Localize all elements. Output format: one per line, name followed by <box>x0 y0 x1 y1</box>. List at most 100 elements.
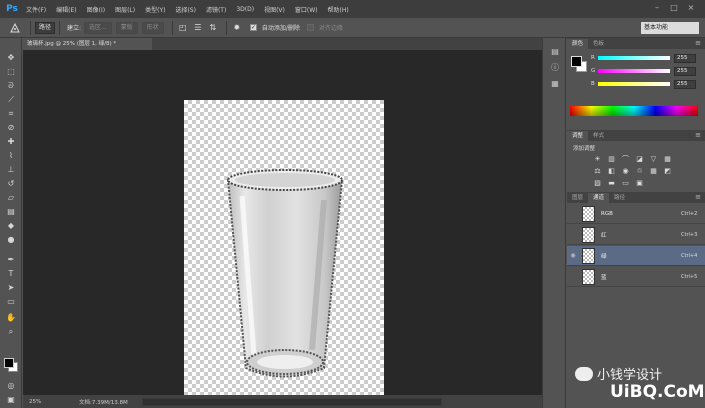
rectangle-icon[interactable]: ▭ <box>4 296 18 307</box>
panel-menu-icon[interactable]: ≡ <box>695 131 701 139</box>
path-select-icon[interactable]: ➤ <box>4 282 18 293</box>
menu-select[interactable]: 选择(S) <box>170 5 201 14</box>
tab-color[interactable]: 颜色 <box>567 39 589 49</box>
color-balance-icon[interactable]: ⚖ <box>593 167 602 176</box>
auto-add-delete-checkbox[interactable]: ✓ <box>249 24 257 31</box>
workspace-select[interactable]: 基本功能 <box>641 22 699 34</box>
tab-channels[interactable]: 通道 <box>588 193 610 203</box>
tab-paths[interactable]: 路径 <box>609 193 630 203</box>
invert-icon[interactable]: ◩ <box>663 167 672 176</box>
document-tab[interactable]: 玻璃杯.jpg @ 25% (图层 1, 绿/8) * <box>22 38 152 50</box>
mask-button[interactable]: 蒙版 <box>115 21 138 34</box>
menu-bar: Ps 文件(F) 编辑(E) 图像(I) 图层(L) 类型(Y) 选择(S) 滤… <box>0 0 705 18</box>
clone-stamp-icon[interactable]: ⊥ <box>4 164 18 175</box>
path-arrangement-icon[interactable]: ⇅ <box>207 22 219 34</box>
path-operations-icon[interactable]: ◰ <box>177 22 189 34</box>
color-lookup-icon[interactable]: ▦ <box>649 167 658 176</box>
menu-file[interactable]: 文件(F) <box>21 5 51 14</box>
zoom-level[interactable]: 25% <box>23 399 51 405</box>
channel-mixer-icon[interactable]: ♲ <box>635 167 644 176</box>
screen-mode-icon[interactable]: ▣ <box>4 394 18 405</box>
eyedropper-icon[interactable]: ⊘ <box>4 122 18 133</box>
hue-saturation-icon[interactable]: ▦ <box>663 155 672 164</box>
properties-panel-icon[interactable]: ⓘ <box>549 62 561 74</box>
horizontal-scrollbar[interactable] <box>141 397 442 406</box>
quick-mask-icon[interactable]: ◎ <box>4 380 18 391</box>
menu-help[interactable]: 帮助(H) <box>323 5 354 14</box>
close-icon[interactable]: × <box>686 3 696 13</box>
gradient-icon[interactable]: ▤ <box>4 206 18 217</box>
tab-styles[interactable]: 样式 <box>588 131 609 141</box>
canvas-area[interactable] <box>23 50 542 404</box>
posterize-icon[interactable]: ▨ <box>593 179 602 188</box>
selective-color-icon[interactable]: ▣ <box>635 179 644 188</box>
channel-row-green[interactable]: ◉ 绿 Ctrl+4 <box>567 246 705 266</box>
red-value[interactable]: 255 <box>674 53 696 63</box>
align-edges-checkbox[interactable] <box>306 24 314 31</box>
foreground-color-swatch[interactable] <box>4 358 14 368</box>
tab-layers[interactable]: 图层 <box>567 193 588 203</box>
path-alignment-icon[interactable]: ☰ <box>192 22 204 34</box>
history-panel-icon[interactable]: ▤ <box>549 46 561 58</box>
document-canvas[interactable] <box>184 100 384 404</box>
mode-select[interactable]: 路径 <box>35 21 56 34</box>
minimize-icon[interactable]: – <box>652 3 662 13</box>
vibrance-icon[interactable]: ▽ <box>649 155 658 164</box>
dodge-icon[interactable]: ● <box>4 234 18 245</box>
menu-edit[interactable]: 编辑(E) <box>51 5 81 14</box>
visibility-eye-icon[interactable]: ◉ <box>567 252 579 259</box>
hand-icon[interactable]: ✋ <box>4 312 18 323</box>
menu-image[interactable]: 图像(I) <box>82 5 110 14</box>
type-tool-icon[interactable]: T <box>4 268 18 279</box>
marquee-icon[interactable]: ⬚ <box>4 66 18 77</box>
photo-filter-icon[interactable]: ◉ <box>621 167 630 176</box>
levels-icon[interactable]: ▥ <box>607 155 616 164</box>
channel-shortcut: Ctrl+2 <box>681 210 698 217</box>
red-slider-row: R 255 <box>591 53 703 63</box>
brush-icon[interactable]: ⌇ <box>4 150 18 161</box>
swatch-panel-icon[interactable]: ▦ <box>549 78 561 90</box>
maximize-icon[interactable]: □ <box>669 3 679 13</box>
black-white-icon[interactable]: ◧ <box>607 167 616 176</box>
exposure-icon[interactable]: ◪ <box>635 155 644 164</box>
adjustment-icons: ☀ ▥ ⌒ ◪ ▽ ▦ ⚖ ◧ ◉ ♲ ▦ ◩ ▨ ▬ ▭ ▣ <box>593 155 683 188</box>
pen-tool-icon[interactable]: ✒ <box>4 254 18 265</box>
red-slider[interactable] <box>598 56 670 60</box>
zoom-icon[interactable]: ⌕ <box>4 326 18 337</box>
crop-icon[interactable]: ⌗ <box>4 108 18 119</box>
lasso-icon[interactable]: ᘐ <box>4 80 18 91</box>
history-brush-icon[interactable]: ↺ <box>4 178 18 189</box>
blur-icon[interactable]: ◆ <box>4 220 18 231</box>
eraser-icon[interactable]: ▱ <box>4 192 18 203</box>
gradient-map-icon[interactable]: ▭ <box>621 179 630 188</box>
threshold-icon[interactable]: ▬ <box>607 179 616 188</box>
menu-layer[interactable]: 图层(L) <box>110 5 140 14</box>
menu-filter[interactable]: 滤镜(T) <box>201 5 231 14</box>
tab-swatches[interactable]: 色板 <box>588 39 609 49</box>
pen-icon[interactable] <box>4 20 26 36</box>
panel-menu-icon[interactable]: ≡ <box>695 193 701 201</box>
menu-type[interactable]: 类型(Y) <box>140 5 170 14</box>
move-icon[interactable]: ✥ <box>4 52 18 63</box>
color-fg-swatch[interactable] <box>571 56 582 67</box>
blue-value[interactable]: 255 <box>674 79 696 89</box>
shape-button[interactable]: 形状 <box>141 21 164 34</box>
menu-view[interactable]: 视图(V) <box>259 5 290 14</box>
tab-adjustments[interactable]: 调整 <box>567 131 589 141</box>
channel-row-rgb[interactable]: RGB Ctrl+2 <box>567 204 705 224</box>
quick-select-icon[interactable]: ⟋ <box>4 94 18 105</box>
blue-slider[interactable] <box>598 82 670 86</box>
green-slider[interactable] <box>598 69 670 73</box>
brightness-icon[interactable]: ☀ <box>593 155 602 164</box>
panel-menu-icon[interactable]: ≡ <box>695 39 701 47</box>
selection-button[interactable]: 选区... <box>84 21 112 34</box>
curves-icon[interactable]: ⌒ <box>621 155 630 164</box>
gear-icon[interactable]: ✹ <box>231 22 243 34</box>
green-value[interactable]: 255 <box>674 66 696 76</box>
menu-3d[interactable]: 3D(D) <box>231 6 259 13</box>
healing-brush-icon[interactable]: ✚ <box>4 136 18 147</box>
color-spectrum[interactable] <box>570 106 698 116</box>
channel-row-red[interactable]: 红 Ctrl+3 <box>567 225 705 245</box>
menu-window[interactable]: 窗口(W) <box>290 5 323 14</box>
channel-row-blue[interactable]: 蓝 Ctrl+5 <box>567 267 705 287</box>
